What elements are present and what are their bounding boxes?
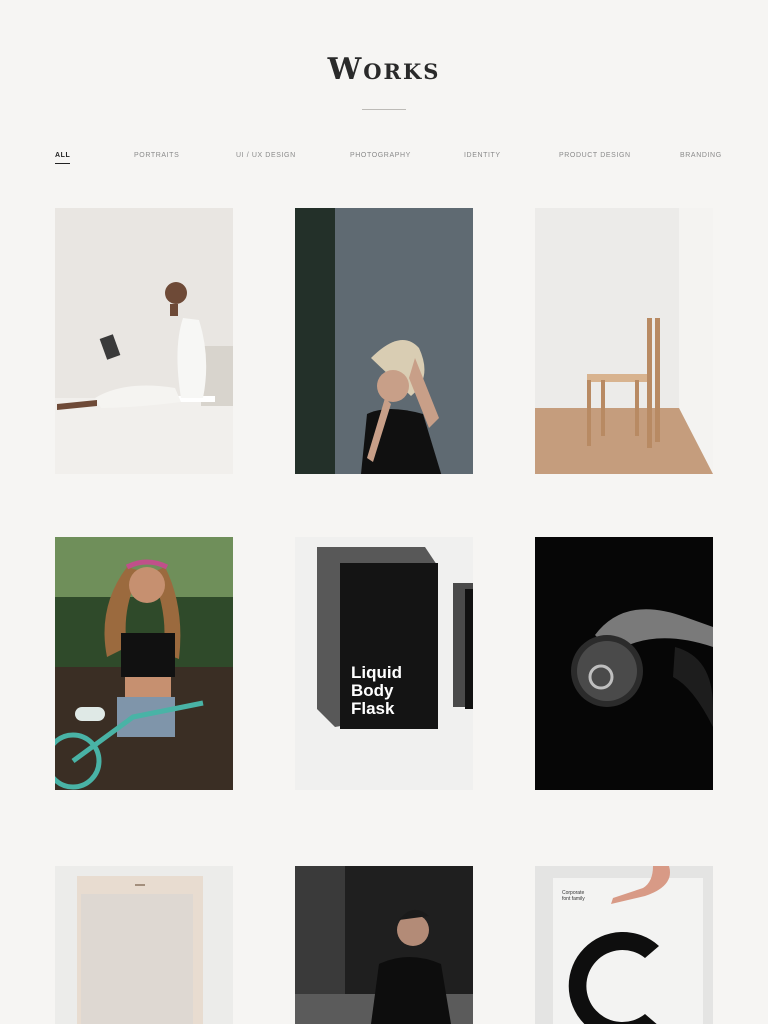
works-page: Works All Portraits UI / UX Design Photo… [0, 0, 768, 1024]
gallery-item-liquid-body-flask[interactable]: Liquid Body Flask [295, 537, 473, 790]
page-title: Works [327, 52, 441, 87]
flask-label-line-3: Flask [351, 699, 395, 718]
flask-label-line-2: Body [351, 681, 394, 700]
filter-branding[interactable]: Branding [680, 152, 722, 159]
flask-label-line-1: Liquid [351, 663, 402, 682]
filter-product-design[interactable]: Product Design [559, 152, 631, 159]
poster-caption-line-2: font family [562, 896, 585, 902]
filter-portraits[interactable]: Portraits [134, 152, 179, 159]
gallery-item-woman-portrait-dark[interactable] [295, 208, 473, 474]
notebook-photo [55, 866, 233, 1024]
gallery-item-woman-with-bicycle[interactable] [55, 537, 233, 790]
filter-photography[interactable]: Photography [350, 152, 411, 159]
gallery-item-man-in-black[interactable] [295, 866, 473, 1024]
title-divider [362, 109, 406, 110]
woman-with-bicycle-photo [55, 537, 233, 790]
wooden-chair-photo [535, 208, 713, 474]
poster-caption: Corporate font family [562, 890, 585, 902]
portfolio-filter-bar: All Portraits UI / UX Design Photography… [0, 152, 768, 172]
flask-label: Liquid Body Flask [351, 664, 402, 718]
gallery-item-man-with-laptop[interactable] [55, 208, 233, 474]
gallery-item-notebook[interactable] [55, 866, 233, 1024]
gallery-item-wooden-chair[interactable] [535, 208, 713, 474]
man-with-laptop-photo [55, 208, 233, 474]
filter-all[interactable]: All [55, 152, 71, 164]
gallery-item-corporate-font-poster[interactable]: Corporate font family [535, 866, 713, 1024]
man-in-black-photo [295, 866, 473, 1024]
filter-ui-ux-design[interactable]: UI / UX Design [236, 152, 296, 159]
headphones-photo [535, 537, 713, 790]
woman-portrait-dark-photo [295, 208, 473, 474]
filter-identity[interactable]: Identity [464, 152, 501, 159]
gallery-item-headphones[interactable] [535, 537, 713, 790]
